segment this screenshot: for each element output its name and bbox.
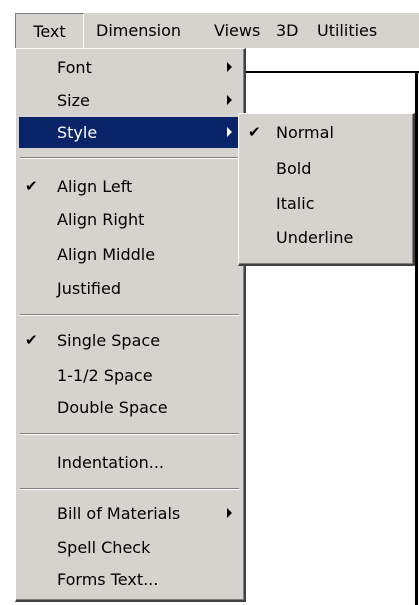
menu-separator [20, 488, 239, 490]
menu-item-indentation[interactable]: Indentation... [19, 447, 240, 478]
menu-item-align-middle-label: Align Middle [57, 245, 156, 264]
menu-separator [20, 157, 239, 159]
menu-3d[interactable]: 3D [276, 13, 299, 48]
submenu-item-bold-label: Bold [276, 159, 312, 178]
menu-item-style[interactable]: Style [19, 117, 240, 148]
menu-item-size-label: Size [57, 91, 90, 110]
submenu-arrow-icon [227, 95, 232, 105]
menu-item-align-left[interactable]: ✔ Align Left [19, 171, 240, 202]
submenu-arrow-icon [227, 508, 232, 518]
menu-item-indentation-label: Indentation... [57, 453, 164, 472]
menu-item-size[interactable]: Size [19, 85, 240, 116]
menu-item-font[interactable]: Font [19, 52, 240, 83]
menu-separator [20, 433, 239, 435]
submenu-arrow-icon [227, 62, 232, 72]
menu-item-bill-of-materials[interactable]: Bill of Materials [19, 498, 240, 529]
check-icon: ✔ [25, 331, 38, 349]
document-right-border [415, 72, 418, 605]
menu-bar: Text Dimension Views 3D Utilities [15, 13, 419, 48]
style-submenu: ✔ Normal Bold Italic Underline [238, 113, 415, 266]
text-menu-dropdown: Font Size Style ✔ Align Left Align Right… [15, 48, 246, 602]
submenu-item-underline-label: Underline [276, 228, 354, 247]
submenu-item-normal[interactable]: ✔ Normal [242, 117, 409, 148]
menu-item-spell-check-label: Spell Check [57, 538, 151, 557]
menu-dimension[interactable]: Dimension [96, 13, 181, 48]
submenu-item-bold[interactable]: Bold [242, 153, 409, 184]
menu-item-forms-text[interactable]: Forms Text... [19, 564, 240, 595]
menu-separator [20, 314, 239, 316]
check-icon: ✔ [25, 177, 38, 195]
menu-text[interactable]: Text [15, 13, 84, 48]
menu-item-justified-label: Justified [57, 279, 121, 298]
menu-item-spell-check[interactable]: Spell Check [19, 532, 240, 563]
menu-item-align-right-label: Align Right [57, 210, 145, 229]
menu-item-align-middle[interactable]: Align Middle [19, 239, 240, 270]
menu-item-single-space[interactable]: ✔ Single Space [19, 325, 240, 356]
menu-item-one-half-space-label: 1-1/2 Space [57, 366, 153, 385]
menu-item-justified[interactable]: Justified [19, 273, 240, 304]
menu-utilities[interactable]: Utilities [317, 13, 377, 48]
menu-item-double-space-label: Double Space [57, 398, 168, 417]
menu-item-style-label: Style [57, 123, 98, 142]
submenu-item-underline[interactable]: Underline [242, 222, 409, 253]
document-top-border [246, 71, 419, 73]
menu-item-font-label: Font [57, 58, 92, 77]
menu-item-align-left-label: Align Left [57, 177, 133, 196]
menu-item-one-half-space[interactable]: 1-1/2 Space [19, 360, 240, 391]
check-icon: ✔ [248, 123, 261, 141]
submenu-arrow-icon [227, 127, 232, 137]
menu-views[interactable]: Views [214, 13, 260, 48]
menu-item-bill-of-materials-label: Bill of Materials [57, 504, 181, 523]
submenu-item-normal-label: Normal [276, 123, 334, 142]
menu-item-single-space-label: Single Space [57, 331, 161, 350]
menu-item-align-right[interactable]: Align Right [19, 204, 240, 235]
submenu-item-italic[interactable]: Italic [242, 188, 409, 219]
menu-item-double-space[interactable]: Double Space [19, 392, 240, 423]
menu-item-forms-text-label: Forms Text... [57, 570, 159, 589]
submenu-item-italic-label: Italic [276, 194, 315, 213]
